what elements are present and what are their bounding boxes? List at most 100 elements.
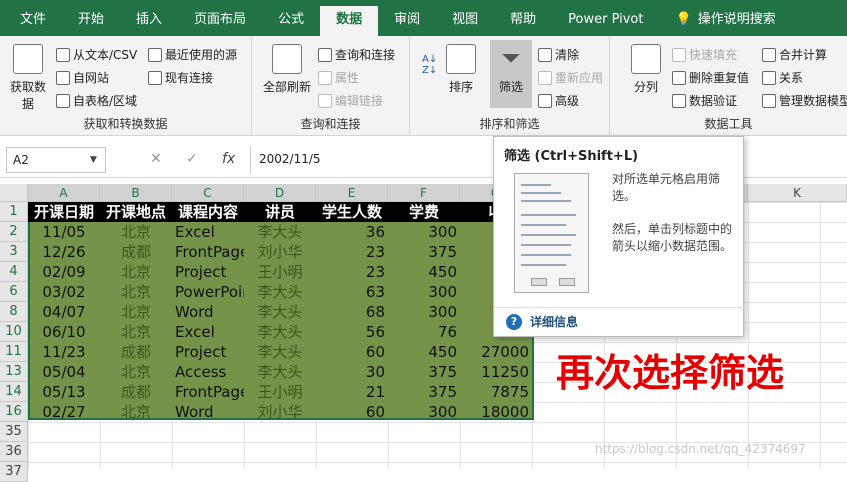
tab-9[interactable]: Power Pivot <box>552 6 659 36</box>
table-cell[interactable]: Access <box>172 362 244 382</box>
row-header[interactable]: 16 <box>0 402 28 422</box>
table-cell[interactable]: 北京 <box>100 302 172 322</box>
table-cell[interactable]: 76 <box>388 322 460 342</box>
table-cell[interactable]: PowerPoint <box>172 282 244 302</box>
table-cell[interactable]: 11/05 <box>28 222 100 242</box>
header-cell[interactable]: 开课日期 <box>28 202 100 222</box>
row-header[interactable]: 1 <box>0 202 28 222</box>
queries-connections-button[interactable]: 查询和连接 <box>318 46 395 63</box>
table-cell[interactable]: 北京 <box>100 262 172 282</box>
properties-button[interactable]: 属性 <box>318 69 359 86</box>
tab-8[interactable]: 帮助 <box>494 6 552 36</box>
table-cell[interactable]: Word <box>172 402 244 422</box>
insert-function-icon[interactable]: fx <box>222 151 235 167</box>
row-header[interactable]: 14 <box>0 382 28 402</box>
table-cell[interactable]: 成都 <box>100 382 172 402</box>
table-cell[interactable]: 23 <box>316 262 388 282</box>
table-cell[interactable]: FrontPage <box>172 382 244 402</box>
table-cell[interactable]: 刘小华 <box>244 242 316 262</box>
table-cell[interactable]: 北京 <box>100 282 172 302</box>
recent-sources-button[interactable]: 最近使用的源 <box>148 46 237 63</box>
table-cell[interactable]: 李大头 <box>244 342 316 362</box>
column-header[interactable]: B <box>100 184 172 202</box>
row-header[interactable]: 3 <box>0 242 28 262</box>
table-cell[interactable]: 23 <box>316 242 388 262</box>
table-cell[interactable]: Excel <box>172 222 244 242</box>
table-cell[interactable]: 北京 <box>100 402 172 422</box>
table-cell[interactable]: Word <box>172 302 244 322</box>
table-cell[interactable]: 450 <box>388 262 460 282</box>
table-cell[interactable]: 李大头 <box>244 222 316 242</box>
table-cell[interactable]: 李大头 <box>244 362 316 382</box>
from-web-button[interactable]: 自网站 <box>56 69 109 86</box>
enter-icon[interactable]: ✓ <box>186 151 198 167</box>
select-all-corner[interactable] <box>0 184 28 202</box>
refresh-all-button[interactable]: 全部刷新 <box>260 44 314 95</box>
table-cell[interactable]: 02/09 <box>28 262 100 282</box>
reapply-button[interactable]: 重新应用 <box>538 69 603 86</box>
table-cell[interactable]: 375 <box>388 362 460 382</box>
table-cell[interactable]: 375 <box>388 242 460 262</box>
tab-2[interactable]: 插入 <box>120 6 178 36</box>
text-to-columns-button[interactable]: 分列 <box>626 44 666 95</box>
header-cell[interactable]: 学费 <box>388 202 460 222</box>
row-header[interactable]: 13 <box>0 362 28 382</box>
table-cell[interactable]: 刘小华 <box>244 402 316 422</box>
table-cell[interactable]: 王小明 <box>244 262 316 282</box>
table-cell[interactable]: Project <box>172 342 244 362</box>
table-cell[interactable]: Project <box>172 262 244 282</box>
table-cell[interactable]: 李大头 <box>244 302 316 322</box>
table-cell[interactable]: 300 <box>388 302 460 322</box>
filter-button[interactable]: ⏷ 筛选 <box>490 40 532 108</box>
table-cell[interactable]: 成都 <box>100 242 172 262</box>
tab-0[interactable]: 文件 <box>4 6 62 36</box>
table-cell[interactable]: 68 <box>316 302 388 322</box>
table-cell[interactable]: 300 <box>388 222 460 242</box>
clear-button[interactable]: 清除 <box>538 46 579 63</box>
table-cell[interactable]: 12/26 <box>28 242 100 262</box>
row-header[interactable]: 10 <box>0 322 28 342</box>
table-cell[interactable]: 北京 <box>100 322 172 342</box>
sort-az-button[interactable]: A↓ Z↓ <box>422 54 437 76</box>
table-cell[interactable]: 04/07 <box>28 302 100 322</box>
table-cell[interactable]: 21 <box>316 382 388 402</box>
table-cell[interactable]: 450 <box>388 342 460 362</box>
column-header[interactable]: F <box>388 184 460 202</box>
from-text-button[interactable]: 从文本/CSV <box>56 46 137 63</box>
column-header[interactable]: D <box>244 184 316 202</box>
table-cell[interactable]: 06/10 <box>28 322 100 342</box>
relationships-button[interactable]: 关系 <box>762 69 803 86</box>
column-header[interactable]: A <box>28 184 100 202</box>
edit-links-button[interactable]: 编辑链接 <box>318 92 383 109</box>
column-header[interactable]: C <box>172 184 244 202</box>
tab-6[interactable]: 审阅 <box>378 6 436 36</box>
tab-1[interactable]: 开始 <box>62 6 120 36</box>
table-cell[interactable]: 05/13 <box>28 382 100 402</box>
table-cell[interactable]: 18000 <box>460 402 532 422</box>
row-header[interactable]: 36 <box>0 442 28 462</box>
existing-connections-button[interactable]: 现有连接 <box>148 69 213 86</box>
table-cell[interactable]: 11250 <box>460 362 532 382</box>
table-cell[interactable]: 02/27 <box>28 402 100 422</box>
tell-me-more-link[interactable]: ? 详细信息 <box>506 313 578 330</box>
table-cell[interactable]: 63 <box>316 282 388 302</box>
table-cell[interactable]: 56 <box>316 322 388 342</box>
header-cell[interactable]: 学生人数 <box>316 202 388 222</box>
tab-4[interactable]: 公式 <box>262 6 320 36</box>
table-cell[interactable]: 王小明 <box>244 382 316 402</box>
advanced-button[interactable]: 高级 <box>538 92 579 109</box>
table-cell[interactable]: 成都 <box>100 342 172 362</box>
table-cell[interactable]: 7875 <box>460 382 532 402</box>
remove-duplicates-button[interactable]: 删除重复值 <box>672 69 749 86</box>
table-cell[interactable]: 北京 <box>100 222 172 242</box>
table-cell[interactable]: 300 <box>388 282 460 302</box>
table-cell[interactable]: 李大头 <box>244 322 316 342</box>
name-box-dropdown-icon[interactable]: ▼ <box>90 155 97 165</box>
table-cell[interactable]: 60 <box>316 342 388 362</box>
cancel-icon[interactable]: ✕ <box>150 151 162 167</box>
header-cell[interactable]: 讲员 <box>244 202 316 222</box>
row-header[interactable]: 6 <box>0 282 28 302</box>
tab-7[interactable]: 视图 <box>436 6 494 36</box>
table-cell[interactable]: 11/23 <box>28 342 100 362</box>
table-cell[interactable]: 30 <box>316 362 388 382</box>
